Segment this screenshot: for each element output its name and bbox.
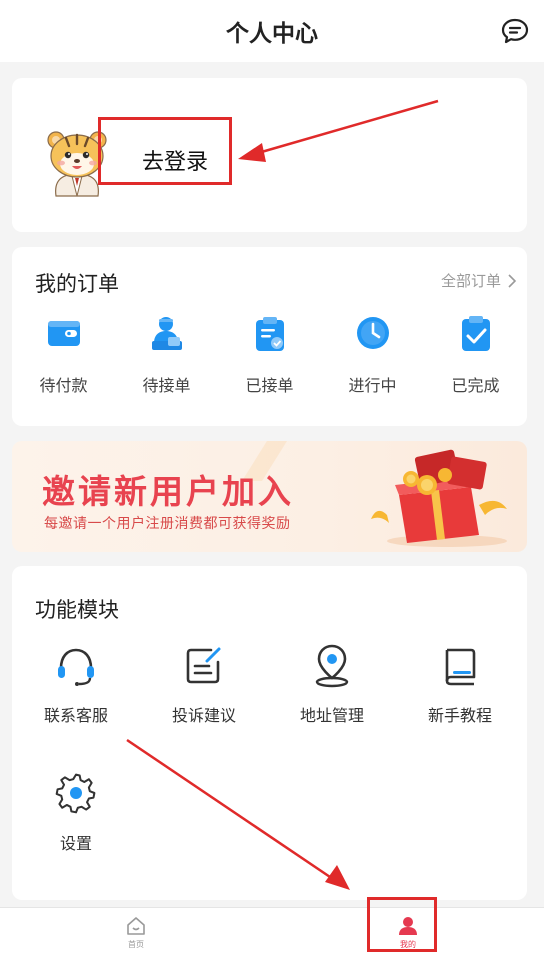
- page-title: 个人中心: [226, 21, 318, 47]
- login-card[interactable]: 去登录: [12, 78, 527, 232]
- tab-label: 我的: [400, 940, 416, 949]
- all-orders-link[interactable]: 全部订单: [441, 270, 517, 291]
- orders-card: 我的订单 全部订单 待付款 待接单 已接单 进行中 已完成: [12, 247, 527, 426]
- order-status-label: 已完成: [451, 376, 500, 395]
- banner-title: 邀请新用户加入: [42, 472, 294, 511]
- check-clipboard-icon: [461, 316, 490, 351]
- gear-icon: [55, 773, 96, 814]
- orders-title: 我的订单: [35, 272, 119, 296]
- function-contact-service[interactable]: 联系客服: [12, 642, 140, 770]
- home-icon: [127, 917, 145, 935]
- function-label: 地址管理: [299, 706, 364, 725]
- wallet-icon: [47, 321, 80, 346]
- function-feedback[interactable]: 投诉建议: [140, 642, 268, 770]
- function-settings[interactable]: 设置: [12, 770, 140, 880]
- order-status-label: 待接单: [142, 376, 191, 395]
- function-address[interactable]: 地址管理: [268, 642, 396, 770]
- all-orders-label: 全部订单: [440, 272, 501, 290]
- function-label: 新手教程: [427, 706, 492, 725]
- order-status-in-progress[interactable]: 进行中: [321, 313, 424, 396]
- chevron-right-icon: [508, 273, 517, 288]
- edit-note-icon: [186, 647, 221, 684]
- order-status-pending-accept[interactable]: 待接单: [115, 313, 218, 396]
- order-status-label: 待付款: [39, 376, 88, 395]
- login-link[interactable]: 去登录: [142, 144, 208, 176]
- function-label: 联系客服: [43, 706, 108, 725]
- top-bar: 个人中心: [0, 0, 544, 62]
- order-status-accepted[interactable]: 已接单: [218, 313, 321, 396]
- invite-banner[interactable]: 邀请新用户加入 每邀请一个用户注册消费都可获得奖励: [12, 441, 527, 552]
- functions-title: 功能模块: [35, 598, 119, 622]
- function-label: 投诉建议: [171, 706, 236, 725]
- courier-icon: [151, 317, 182, 350]
- location-pin-icon: [315, 644, 349, 688]
- tab-mine[interactable]: 我的: [272, 908, 544, 954]
- bottom-tab-bar: 首页 我的: [0, 907, 544, 954]
- order-status-label: 进行中: [348, 376, 397, 395]
- headset-icon: [58, 648, 94, 686]
- tab-label: 首页: [128, 940, 144, 949]
- banner-subtitle: 每邀请一个用户注册消费都可获得奖励: [44, 516, 291, 532]
- chat-bubble-icon[interactable]: [500, 16, 530, 46]
- order-status-pending-payment[interactable]: 待付款: [12, 313, 115, 396]
- clipboard-icon: [255, 317, 284, 351]
- function-label: 设置: [59, 834, 92, 853]
- function-tutorial[interactable]: 新手教程: [396, 642, 524, 770]
- tiger-mascot-avatar[interactable]: [42, 126, 112, 198]
- tab-home[interactable]: 首页: [0, 908, 272, 954]
- book-icon: [445, 648, 476, 686]
- clock-icon: [356, 317, 389, 349]
- order-status-completed[interactable]: 已完成: [424, 313, 527, 396]
- functions-card: 功能模块 联系客服 投诉建议 地址管理 新手教程 设置: [12, 566, 527, 900]
- user-icon: [399, 917, 417, 935]
- functions-grid: 联系客服 投诉建议 地址管理 新手教程 设置: [12, 642, 527, 880]
- order-status-row: 待付款 待接单 已接单 进行中 已完成: [12, 313, 527, 396]
- gift-box-image: [371, 449, 507, 547]
- order-status-label: 已接单: [245, 376, 294, 395]
